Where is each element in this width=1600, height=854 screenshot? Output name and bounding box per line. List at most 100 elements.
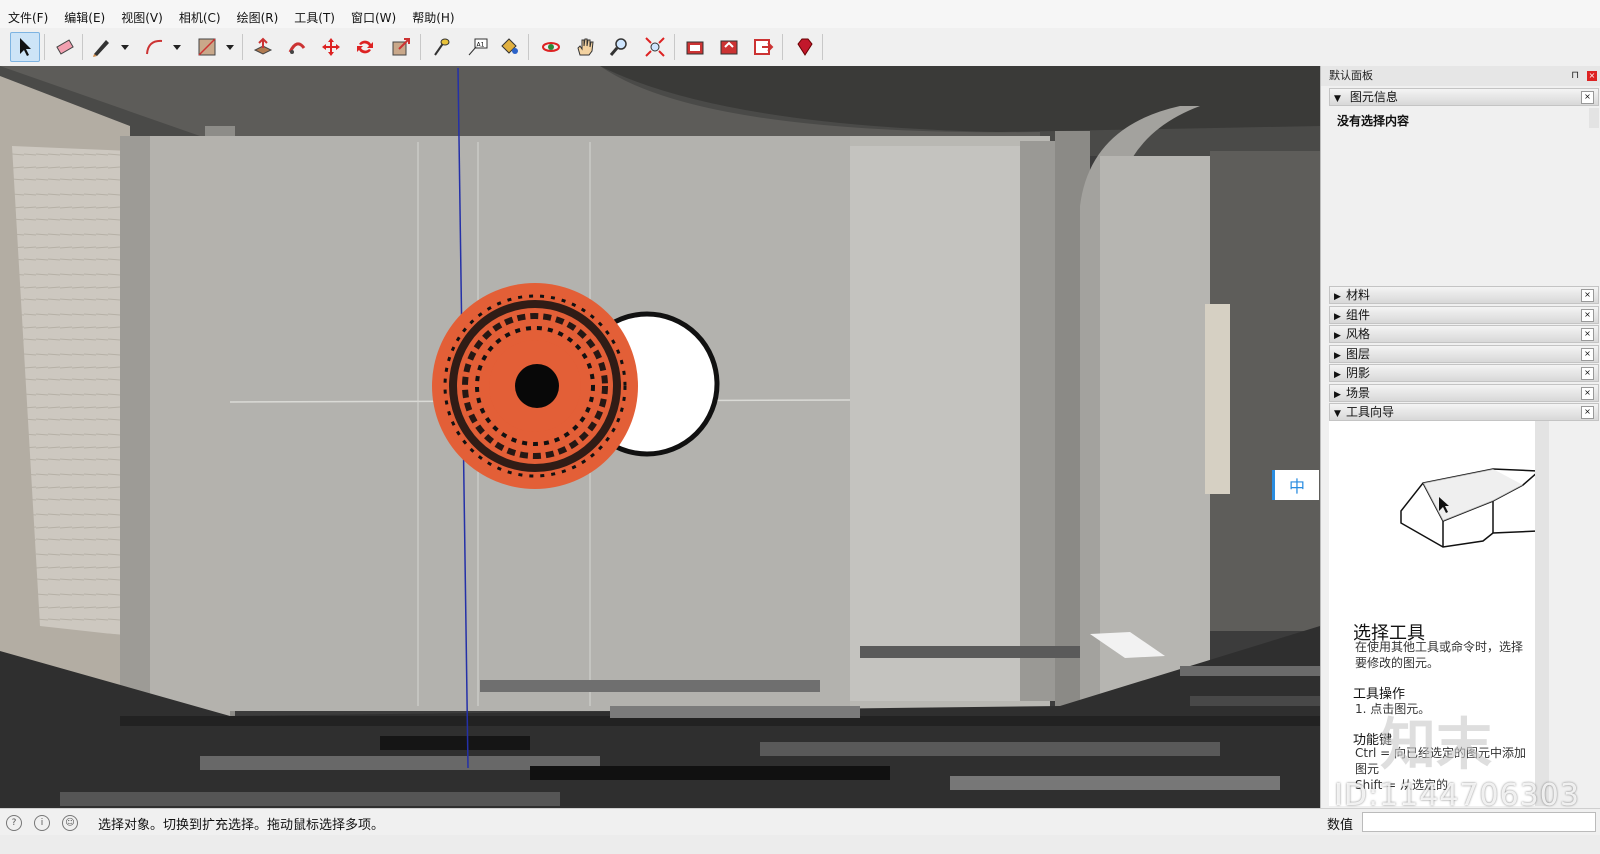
eraser-tool-button[interactable] — [50, 32, 80, 62]
instructor-description: 在使用其他工具或命令时，选择要修改的图元。 — [1355, 640, 1524, 670]
panel-instructor-label: 工具向导 — [1346, 405, 1395, 419]
eraser-icon — [56, 39, 74, 55]
extension-icon — [754, 39, 774, 55]
panel-close-icon[interactable]: × — [1581, 406, 1594, 419]
panel-close-icon[interactable]: × — [1581, 367, 1594, 380]
share-model-icon — [720, 40, 738, 55]
measurements-label: 数值 — [1327, 818, 1354, 833]
expanded-triangle-icon: ▼ — [1334, 94, 1341, 104]
tray-title-bar: 默认面板 ⊓ × — [1321, 66, 1600, 86]
entity-info-status: 没有选择内容 — [1337, 114, 1410, 128]
shape-dropdown-icon[interactable] — [225, 42, 235, 52]
zoom-icon — [609, 38, 627, 56]
arc-dropdown-icon[interactable] — [172, 42, 182, 52]
panel-materials[interactable]: ▶ 材料 × — [1329, 286, 1599, 304]
panel-instructor[interactable]: ▼ 工具向导 × — [1329, 403, 1599, 421]
collapsed-triangle-icon: ▶ — [1334, 312, 1341, 322]
zoom-extents-tool-button[interactable] — [640, 32, 670, 62]
panel-close-icon[interactable]: × — [1581, 309, 1594, 322]
warehouse-tool-button[interactable] — [680, 32, 710, 62]
menu-help[interactable]: 帮助(H) — [404, 8, 462, 28]
orbit-tool-button[interactable] — [536, 32, 566, 62]
collapsed-triangle-icon: ▶ — [1334, 370, 1341, 380]
text-tool-button[interactable]: A1 — [462, 32, 492, 62]
warehouse-icon — [686, 41, 704, 55]
expanded-triangle-icon: ▼ — [1334, 409, 1341, 419]
move-tool-button[interactable] — [316, 32, 346, 62]
panel-styles[interactable]: ▶ 风格 × — [1329, 325, 1599, 343]
paint-bucket-tool-button[interactable] — [494, 32, 524, 62]
rectangle-tool-button[interactable] — [192, 32, 222, 62]
panel-close-icon[interactable]: × — [1581, 387, 1594, 400]
panel-scenes[interactable]: ▶ 场景 × — [1329, 384, 1599, 402]
panel-entity-info-label: 图元信息 — [1349, 90, 1398, 104]
menu-window[interactable]: 窗口(W) — [343, 8, 404, 28]
watermark-id: ID:1144706303 — [1334, 778, 1580, 813]
measurements-input[interactable] — [1362, 812, 1596, 832]
menu-draw[interactable]: 绘图(R) — [229, 8, 287, 28]
title-strip — [0, 0, 1600, 8]
panel-layers[interactable]: ▶ 图层 × — [1329, 345, 1599, 363]
panel-close-icon[interactable]: × — [1581, 91, 1594, 104]
zoom-tool-button[interactable] — [604, 32, 634, 62]
rectangle-icon — [198, 38, 216, 56]
tray-close-icon[interactable]: × — [1587, 71, 1597, 81]
tape-measure-tool-button[interactable] — [426, 32, 456, 62]
pan-tool-button[interactable] — [570, 32, 600, 62]
pushpull-tool-button[interactable] — [248, 32, 278, 62]
user-icon[interactable]: ☺ — [62, 815, 78, 831]
svg-text:A1: A1 — [477, 42, 485, 49]
watermark-logo: 知末 — [1380, 713, 1492, 778]
main-toolbar: A1 — [0, 28, 1600, 67]
entity-info-scrollbar[interactable] — [1589, 108, 1599, 128]
menu-tools[interactable]: 工具(T) — [286, 8, 343, 28]
ruby-tool-button[interactable] — [790, 32, 820, 62]
panel-entity-info[interactable]: ▼ 图元信息 × — [1329, 88, 1599, 106]
entity-info-body: 没有选择内容 — [1329, 108, 1599, 283]
rotate-icon — [357, 40, 373, 54]
pushpull-icon — [253, 37, 273, 55]
3d-viewport[interactable]: 中 — [0, 66, 1320, 808]
arc-tool-button[interactable] — [140, 32, 170, 62]
panel-close-icon[interactable]: × — [1581, 348, 1594, 361]
pencil-tool-button[interactable] — [86, 32, 116, 62]
select-tool-button[interactable] — [10, 32, 40, 62]
tape-measure-icon — [434, 38, 450, 56]
geo-location-icon[interactable]: ? — [6, 815, 22, 831]
panel-layers-label: 图层 — [1346, 347, 1371, 361]
panel-styles-label: 风格 — [1346, 327, 1371, 341]
ime-indicator[interactable]: 中 — [1272, 470, 1319, 500]
menu-file[interactable]: 文件(F) — [0, 8, 56, 28]
scene-render — [0, 66, 1320, 808]
share-model-tool-button[interactable] — [714, 32, 744, 62]
scale-icon — [392, 38, 410, 56]
pin-icon[interactable]: ⊓ — [1571, 66, 1579, 86]
extension-tool-button[interactable] — [748, 32, 778, 62]
followme-tool-button[interactable] — [282, 32, 312, 62]
arc-icon — [146, 39, 163, 55]
rotate-tool-button[interactable] — [350, 32, 380, 62]
text-icon: A1 — [468, 38, 488, 56]
panel-components[interactable]: ▶ 组件 × — [1329, 306, 1599, 324]
pencil-icon — [93, 40, 109, 57]
panel-close-icon[interactable]: × — [1581, 289, 1594, 302]
panel-components-label: 组件 — [1346, 308, 1371, 322]
panel-shadows-label: 阴影 — [1346, 366, 1371, 380]
menu-bar: 文件(F) 编辑(E) 视图(V) 相机(C) 绘图(R) 工具(T) 窗口(W… — [0, 8, 1600, 28]
collapsed-triangle-icon: ▶ — [1334, 292, 1341, 302]
followme-icon — [288, 42, 306, 54]
orbit-icon — [542, 42, 560, 52]
menu-camera[interactable]: 相机(C) — [171, 8, 229, 28]
pencil-dropdown-icon[interactable] — [120, 42, 130, 52]
panel-shadows[interactable]: ▶ 阴影 × — [1329, 364, 1599, 382]
tray-title: 默认面板 — [1329, 69, 1373, 82]
menu-edit[interactable]: 编辑(E) — [56, 8, 113, 28]
menu-view[interactable]: 视图(V) — [113, 8, 171, 28]
collapsed-triangle-icon: ▶ — [1334, 351, 1341, 361]
select-tool-illustration — [1400, 468, 1535, 548]
panel-close-icon[interactable]: × — [1581, 328, 1594, 341]
instructor-scrollbar[interactable] — [1535, 421, 1549, 806]
credits-icon[interactable]: i — [34, 815, 50, 831]
collapsed-triangle-icon: ▶ — [1334, 331, 1341, 341]
scale-tool-button[interactable] — [386, 32, 416, 62]
